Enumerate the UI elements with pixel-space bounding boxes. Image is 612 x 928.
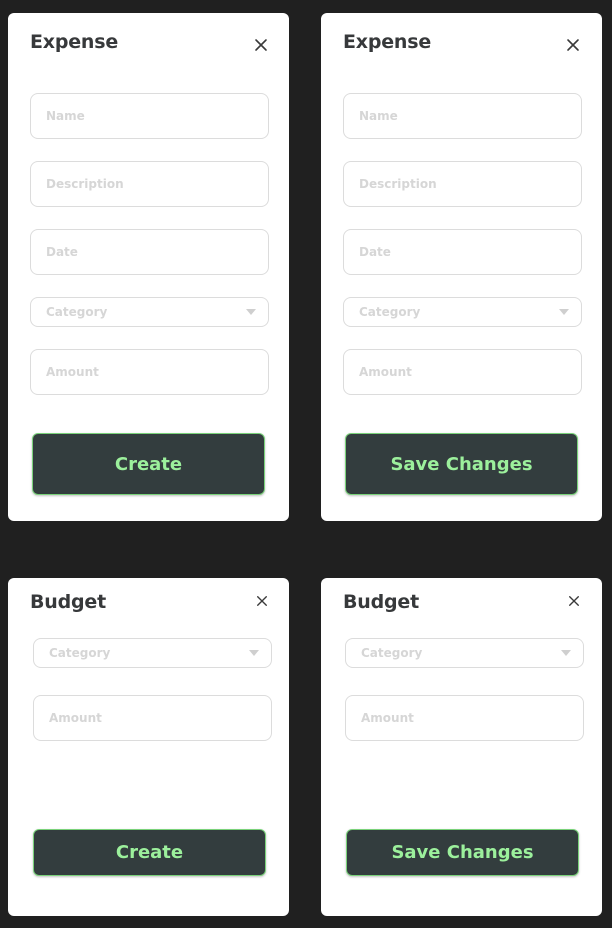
save-changes-button[interactable]: Save Changes <box>346 829 579 876</box>
modal-title: Budget <box>30 591 106 613</box>
close-icon[interactable] <box>254 38 268 52</box>
create-button[interactable]: Create <box>33 829 266 876</box>
date-placeholder: Date <box>359 245 391 259</box>
close-icon[interactable] <box>566 38 580 52</box>
amount-field[interactable]: Amount <box>33 695 272 741</box>
modal-title: Expense <box>30 31 119 53</box>
chevron-down-icon <box>249 650 259 656</box>
description-placeholder: Description <box>46 177 124 191</box>
category-placeholder: Category <box>49 646 111 660</box>
budget-edit-modal: Budget Category Amount Save Changes <box>321 578 602 916</box>
date-field[interactable]: Date <box>30 229 269 275</box>
category-placeholder: Category <box>361 646 423 660</box>
category-select[interactable]: Category <box>33 638 272 668</box>
name-field[interactable]: Name <box>30 93 269 139</box>
save-changes-button[interactable]: Save Changes <box>345 433 578 495</box>
category-select[interactable]: Category <box>345 638 584 668</box>
date-placeholder: Date <box>46 245 78 259</box>
amount-field[interactable]: Amount <box>343 349 582 395</box>
close-icon[interactable] <box>256 595 268 607</box>
description-placeholder: Description <box>359 177 437 191</box>
description-field[interactable]: Description <box>30 161 269 207</box>
chevron-down-icon <box>559 309 569 315</box>
category-placeholder: Category <box>46 305 108 319</box>
create-button[interactable]: Create <box>32 433 265 495</box>
amount-placeholder: Amount <box>359 365 412 379</box>
amount-field[interactable]: Amount <box>30 349 269 395</box>
category-placeholder: Category <box>359 305 421 319</box>
name-placeholder: Name <box>359 109 398 123</box>
chevron-down-icon <box>246 309 256 315</box>
chevron-down-icon <box>561 650 571 656</box>
category-select[interactable]: Category <box>343 297 582 327</box>
amount-placeholder: Amount <box>361 711 414 725</box>
amount-placeholder: Amount <box>46 365 99 379</box>
expense-edit-modal: Expense Name Description Date Category A… <box>321 13 602 521</box>
expense-create-modal: Expense Name Description Date Category A… <box>8 13 289 521</box>
budget-create-modal: Budget Category Amount Create <box>8 578 289 916</box>
category-select[interactable]: Category <box>30 297 269 327</box>
name-placeholder: Name <box>46 109 85 123</box>
modal-title: Expense <box>343 31 432 53</box>
modal-title: Budget <box>343 591 419 613</box>
description-field[interactable]: Description <box>343 161 582 207</box>
close-icon[interactable] <box>568 595 580 607</box>
date-field[interactable]: Date <box>343 229 582 275</box>
amount-field[interactable]: Amount <box>345 695 584 741</box>
name-field[interactable]: Name <box>343 93 582 139</box>
amount-placeholder: Amount <box>49 711 102 725</box>
